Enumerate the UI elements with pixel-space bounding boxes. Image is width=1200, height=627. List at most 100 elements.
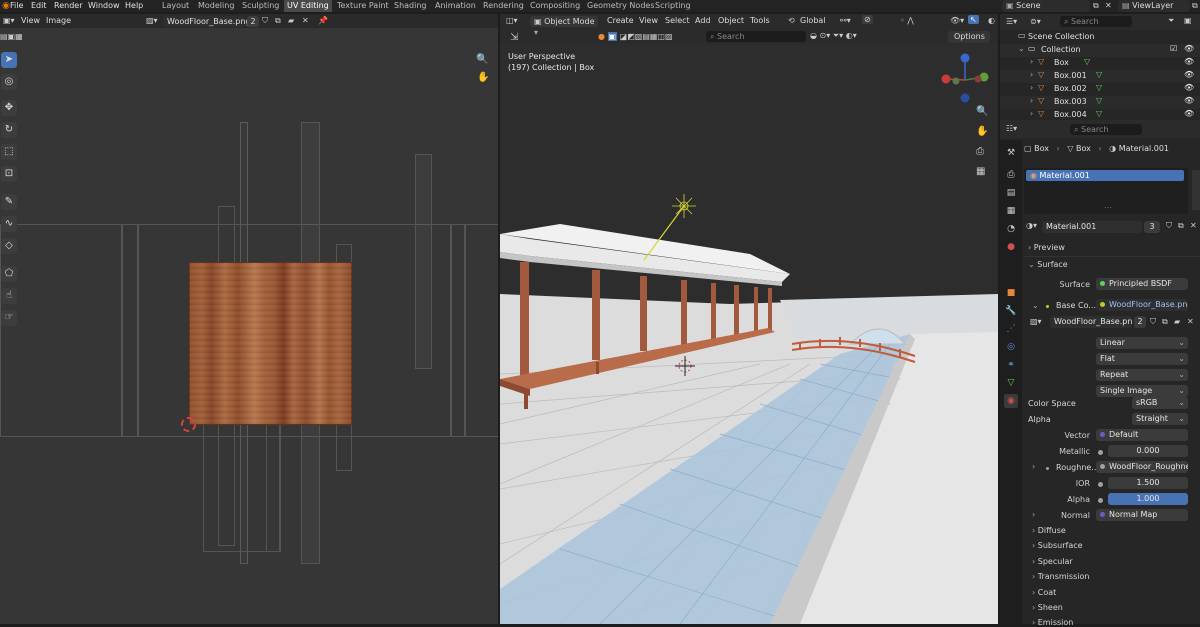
tab-geometry-nodes[interactable]: Geometry Nodes [587, 1, 654, 10]
image-editor[interactable]: ▣▾ View Image ▨▾ WoodFloor_Base.png 2 ⛉ … [0, 14, 498, 624]
scene-selector[interactable]: ▣ Scene [1002, 0, 1090, 12]
expand-icon[interactable]: › [1030, 70, 1033, 79]
subpanel-subsurface[interactable]: › Subsurface [1032, 541, 1083, 550]
annotate-tool-icon[interactable]: ✎ [1, 194, 17, 210]
outliner[interactable]: ☰▾ ⊜▾ ⌕ Search ⏷ ▣ ▭ Scene Collection ⌄ … [1000, 14, 1200, 120]
mesh-data-icon[interactable]: ▽ [1096, 83, 1102, 92]
pan-hand-icon[interactable]: ✋ [976, 126, 992, 146]
menu-window[interactable]: Window [88, 1, 120, 10]
normal-field[interactable]: Normal Map [1096, 509, 1188, 521]
source-dropdown[interactable]: Single Image ⌄ [1096, 385, 1188, 397]
surface-field[interactable]: Principled BSDF [1096, 278, 1188, 290]
menu-tools[interactable]: Tools [750, 16, 770, 25]
scene-collection-row[interactable]: ▭ Scene Collection [1000, 31, 1200, 44]
mesh-data-icon[interactable]: ▽ [1096, 96, 1102, 105]
fake-user-icon[interactable]: ⛉ [1166, 221, 1172, 231]
color-space-dropdown[interactable]: sRGB ⌄ [1132, 397, 1188, 409]
menu-view[interactable]: View [21, 16, 40, 25]
resize-handle-icon[interactable]: ⋯ [1104, 203, 1112, 212]
duplicate-icon[interactable]: ⧉ [1162, 317, 1168, 327]
perspective-grid-icon[interactable]: ▦ [976, 166, 992, 186]
pan-hand-icon[interactable]: ✋ [477, 72, 489, 83]
menu-view[interactable]: View [639, 16, 658, 25]
navigation-gizmo[interactable] [938, 50, 992, 106]
expand-icon[interactable]: › [1030, 83, 1033, 92]
editor-type-icon[interactable]: ☷▾ [1006, 124, 1017, 133]
expand-icon[interactable]: › [1030, 96, 1033, 105]
transform-tool-icon[interactable]: ⊡ [1, 166, 17, 182]
data-tab-icon[interactable]: ▽ [1004, 376, 1018, 390]
new-scene-icon[interactable]: ⧉ [1093, 1, 1099, 11]
tab-scripting[interactable]: Scripting [655, 1, 691, 10]
expand-icon[interactable]: › [1030, 109, 1033, 118]
options-button[interactable]: Options ▾ [948, 31, 990, 53]
image-node-name-field[interactable]: WoodFloor_Base.png [1050, 316, 1132, 328]
output-tab-icon[interactable]: ▤ [1004, 186, 1018, 200]
pinch-tool-icon[interactable]: ☝ [1, 288, 17, 304]
delete-scene-icon[interactable]: ✕ [1105, 1, 1112, 10]
menu-add[interactable]: Add [695, 16, 711, 25]
tab-compositing[interactable]: Compositing [530, 1, 580, 10]
checkbox-icon[interactable]: ☑ [1170, 44, 1177, 53]
viewport-search-field[interactable]: ⌕ Search [706, 31, 806, 42]
pin-icon[interactable]: 📌 [318, 16, 328, 25]
mesh-data-icon[interactable]: ▽ [1084, 57, 1090, 66]
rotate-tool-icon[interactable]: ↻ [1, 122, 17, 138]
mode-selector[interactable]: ▣ Object Mode ▾ [530, 16, 598, 37]
visibility-icon[interactable]: 👁 [1184, 57, 1194, 66]
world-tab-icon[interactable]: ● [1004, 240, 1018, 254]
interpolation-dropdown[interactable]: Linear ⌄ [1096, 337, 1188, 349]
material-slot-list[interactable]: ◉ Material.001 ⋯ [1024, 168, 1188, 214]
display-mode-icon[interactable]: ⊜▾ [1030, 17, 1041, 26]
image-users-count[interactable]: 2 [247, 16, 259, 27]
mode-icons[interactable]: ◪◩▧▤▦◫▨ [620, 32, 673, 41]
image-browse-icon[interactable]: ▨▾ [1030, 317, 1042, 326]
visibility-icon[interactable]: 👁 [1184, 44, 1194, 53]
subpanel-diffuse[interactable]: › Diffuse [1032, 526, 1066, 535]
object-tab-icon[interactable]: ■ [1004, 286, 1018, 300]
menu-file[interactable]: File [10, 1, 23, 10]
outliner-object-row[interactable]: › ▽ Box.003 ▽ 👁 [1000, 96, 1200, 109]
mesh-data-icon[interactable]: ▽ [1096, 109, 1102, 118]
chevron-down-icon[interactable]: ⌄ [1032, 301, 1039, 310]
tab-shading[interactable]: Shading [394, 1, 427, 10]
material-users-count[interactable]: 3 [1144, 221, 1160, 233]
view-layer-tab-icon[interactable]: ▦ [1004, 204, 1018, 218]
duplicate-icon[interactable]: ⧉ [1178, 221, 1184, 231]
new-collection-icon[interactable]: ▣ [1184, 16, 1192, 25]
tab-modeling[interactable]: Modeling [198, 1, 234, 10]
editor-type-icon[interactable]: ☰▾ [1006, 17, 1017, 26]
properties-editor[interactable]: ☷▾ ⌕ Search ▢ Box › ▽ Box › ◑ Material.0… [1000, 120, 1200, 627]
transform-widget-icon[interactable]: ⇲ [510, 32, 518, 43]
material-name-field[interactable]: Material.001 [1042, 221, 1142, 233]
material-browse-icon[interactable]: ◑▾ [1026, 221, 1037, 230]
zoom-icon[interactable]: 🔍 [476, 54, 488, 65]
tool-tab-icon[interactable]: ⚒ [1004, 146, 1018, 160]
ior-field[interactable]: 1.500 [1108, 477, 1188, 489]
object-name[interactable]: Box.003 [1054, 97, 1087, 106]
menu-help[interactable]: Help [125, 1, 143, 10]
roughness-field[interactable]: WoodFloor_Roughne... [1096, 461, 1188, 473]
unlink-icon[interactable]: ✕ [1187, 317, 1194, 326]
tab-rendering[interactable]: Rendering [483, 1, 524, 10]
outliner-object-row[interactable]: › ▽ Box ▽ 👁 [1000, 57, 1200, 70]
physics-tab-icon[interactable]: ◎ [1004, 340, 1018, 354]
open-image-icon[interactable]: ▰ [1174, 317, 1180, 326]
constraints-tab-icon[interactable]: ⚭ [1004, 358, 1018, 372]
socket-icon[interactable] [1098, 496, 1107, 505]
new-viewlayer-icon[interactable]: ⧉ [1192, 1, 1198, 11]
expand-icon[interactable]: › [1030, 57, 1033, 66]
render-tab-icon[interactable]: ⎙ [1004, 168, 1018, 182]
tab-animation[interactable]: Animation [435, 1, 476, 10]
move-tool-icon[interactable]: ✥ [1, 100, 17, 116]
camera-icon[interactable]: ⎙ [976, 146, 992, 166]
tab-uv-editing[interactable]: UV Editing [284, 0, 332, 12]
visibility-icon[interactable]: 👁 [1184, 109, 1194, 118]
grab-tool-icon[interactable]: ∿ [1, 216, 17, 232]
rip-tool-icon[interactable]: ◇ [1, 238, 17, 254]
socket-icon[interactable] [1098, 480, 1107, 489]
metallic-field[interactable]: 0.000 [1108, 445, 1188, 457]
menu-edit[interactable]: Edit [31, 1, 47, 10]
collection-row[interactable]: ⌄ ▭ Collection ☑ 👁 [1000, 44, 1200, 57]
vector-field[interactable]: Default [1096, 429, 1188, 441]
